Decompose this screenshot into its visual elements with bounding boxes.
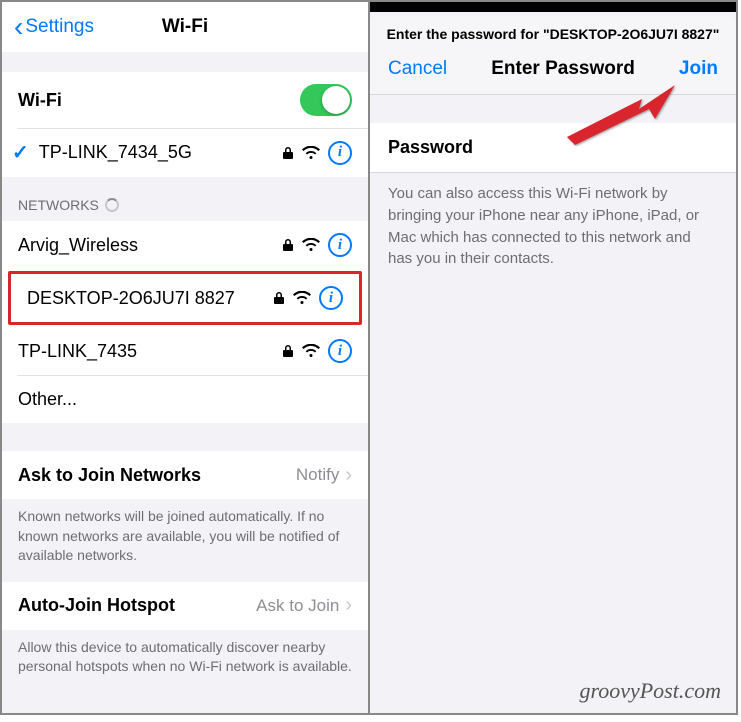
lock-icon (273, 291, 285, 305)
network-name: DESKTOP-2O6JU7I 8827 (27, 288, 273, 309)
info-button[interactable]: i (319, 286, 343, 310)
back-button[interactable]: ‹ Settings (14, 13, 94, 41)
network-row[interactable]: DESKTOP-2O6JU7I 8827 i (11, 274, 359, 322)
lock-icon (282, 238, 294, 252)
wifi-toggle-row: Wi-Fi (2, 72, 368, 128)
password-hint: You can also access this Wi-Fi network b… (370, 173, 736, 280)
cancel-button[interactable]: Cancel (388, 58, 447, 80)
chevron-right-icon: › (345, 464, 352, 487)
modal-title: Enter Password (491, 58, 635, 80)
back-label: Settings (25, 16, 94, 38)
wifi-icon (302, 344, 320, 358)
wifi-icon (302, 146, 320, 160)
ask-to-join-footer: Known networks will be joined automatica… (2, 499, 368, 582)
ask-to-join-value: Notify (296, 465, 339, 485)
network-row[interactable]: Arvig_Wireless i (2, 221, 368, 269)
wifi-icon (302, 238, 320, 252)
join-button[interactable]: Join (679, 58, 718, 80)
lock-icon (282, 146, 294, 160)
wifi-toggle[interactable] (300, 84, 352, 116)
other-label: Other... (18, 389, 352, 410)
ask-to-join-row[interactable]: Ask to Join Networks Notify › (2, 451, 368, 499)
network-name: TP-LINK_7435 (18, 341, 282, 362)
auto-hotspot-value: Ask to Join (256, 596, 339, 616)
watermark: groovyPost.com (579, 678, 721, 704)
other-network-row[interactable]: Other... (2, 375, 368, 423)
connected-network-name: TP-LINK_7434_5G (39, 142, 282, 163)
password-dialog-panel: Enter the password for "DESKTOP-2O6JU7I … (369, 1, 737, 714)
wifi-icon (293, 291, 311, 305)
nav-header: ‹ Settings Wi-Fi (2, 2, 368, 52)
password-field-row[interactable]: Password (370, 123, 736, 173)
auto-hotspot-row[interactable]: Auto-Join Hotspot Ask to Join › (2, 582, 368, 630)
chevron-left-icon: ‹ (14, 13, 23, 41)
network-name: Arvig_Wireless (18, 235, 282, 256)
info-button[interactable]: i (328, 233, 352, 257)
notch-bar (370, 2, 736, 12)
networks-list: Arvig_Wireless i DESKTOP-2O6JU7I 8827 i … (2, 221, 368, 423)
checkmark-icon: ✓ (12, 140, 29, 165)
auto-hotspot-label: Auto-Join Hotspot (18, 595, 256, 616)
info-button[interactable]: i (328, 141, 352, 165)
network-row[interactable]: TP-LINK_7435 i (2, 327, 368, 375)
info-button[interactable]: i (328, 339, 352, 363)
modal-header: Cancel Enter Password Join (370, 50, 736, 95)
password-label: Password (388, 137, 473, 157)
ask-to-join-label: Ask to Join Networks (18, 465, 296, 486)
auto-hotspot-footer: Allow this device to automatically disco… (2, 630, 368, 693)
chevron-right-icon: › (345, 594, 352, 617)
lock-icon (282, 344, 294, 358)
connected-network-row[interactable]: ✓ TP-LINK_7434_5G i (2, 128, 368, 177)
networks-header: NETWORKS (2, 177, 368, 221)
spinner-icon (105, 198, 119, 212)
wifi-toggle-label: Wi-Fi (18, 90, 300, 111)
password-prompt: Enter the password for "DESKTOP-2O6JU7I … (370, 16, 736, 50)
wifi-settings-panel: ‹ Settings Wi-Fi Wi-Fi ✓ TP-LINK_7434_5G (1, 1, 369, 714)
